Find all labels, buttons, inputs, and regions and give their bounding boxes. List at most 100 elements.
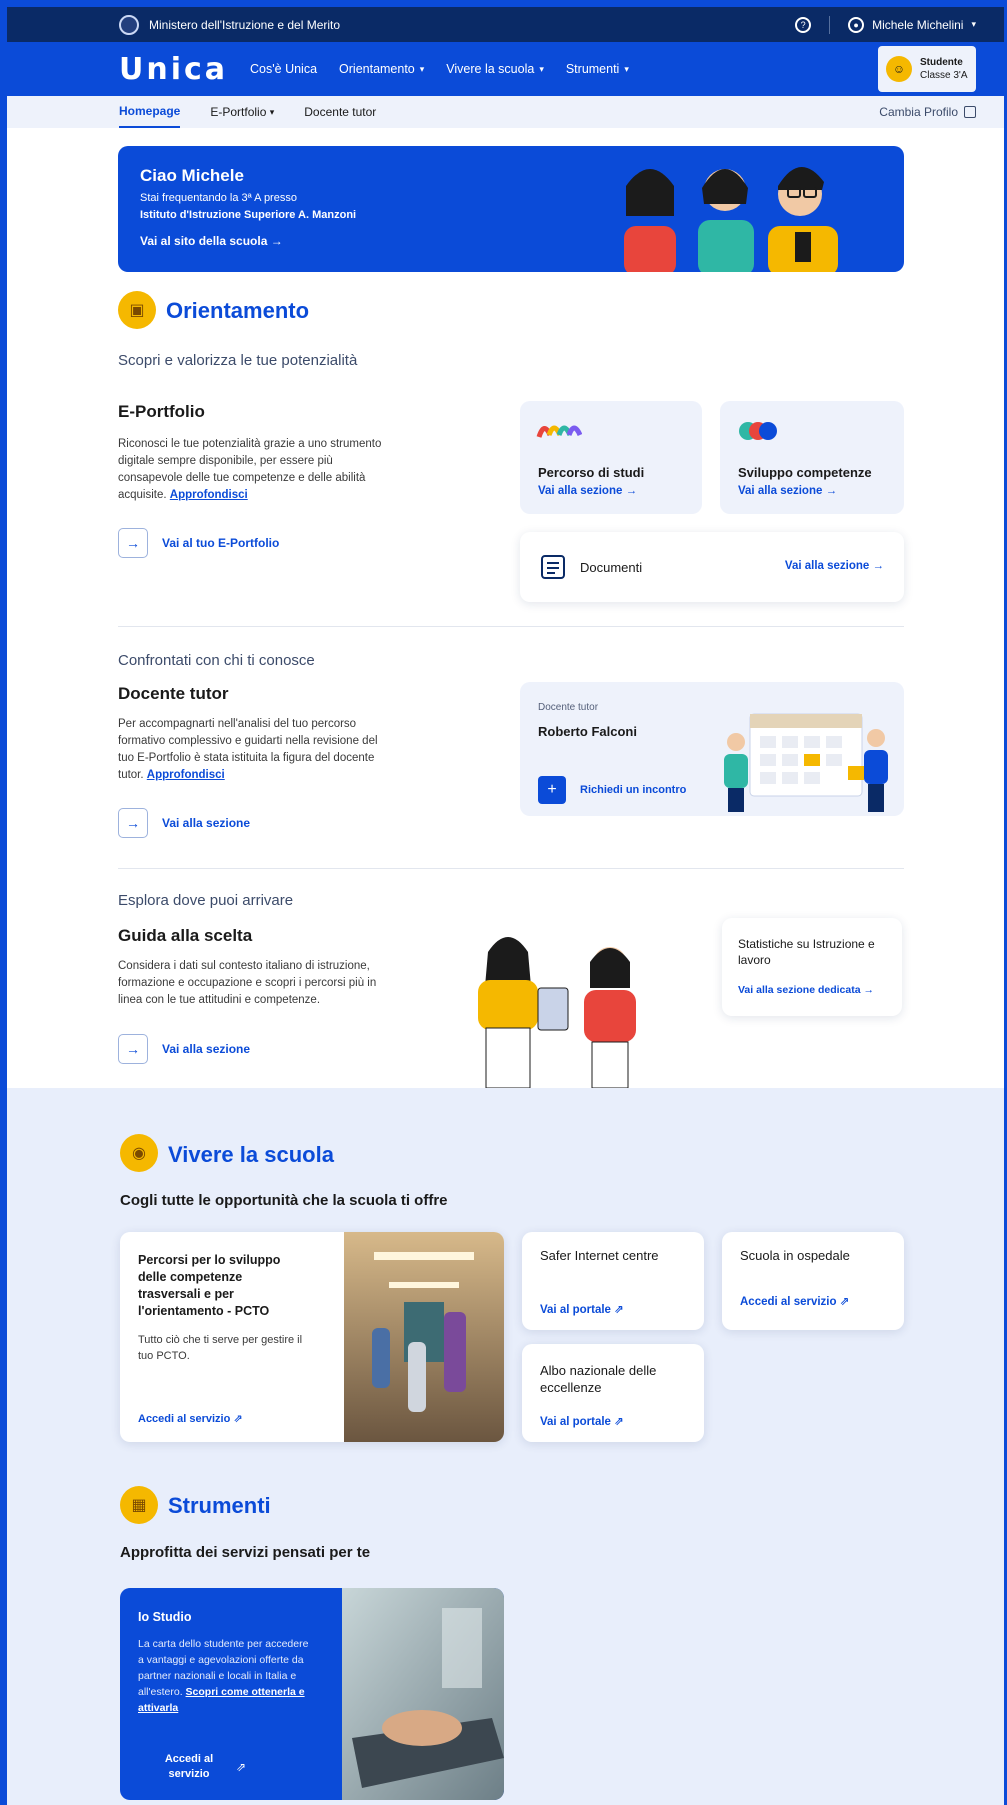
tutor-label: Docente tutor [538, 702, 599, 713]
vivere-title: Vivere la scuola [168, 1142, 334, 1167]
user-name: Michele Michelini [872, 17, 964, 32]
profile-role: Studente [920, 57, 963, 68]
button-label: Richiedi un incontro [580, 784, 687, 796]
card-title: Albo nazionale delle eccellenze [540, 1363, 657, 1395]
percorso-studi-card[interactable]: Percorso di studi Vai alla sezione → [520, 401, 702, 514]
chevron-down-icon: ▾ [269, 106, 275, 117]
statistiche-card[interactable]: Statistiche su Istruzione e lavoro Vai a… [722, 918, 902, 1016]
student-avatar-icon: ☺ [886, 56, 912, 82]
user-icon: ● [848, 16, 865, 33]
card-link[interactable]: Vai al portale ⇗ [540, 1302, 624, 1316]
card-link[interactable]: Vai alla sezione dedicata → [738, 984, 874, 996]
nav-label: Vivere la scuola [446, 62, 535, 76]
card-title: Percorsi per lo sviluppo delle competenz… [138, 1253, 281, 1318]
albo-eccellenze-card[interactable]: Albo nazionale delle eccellenze Vai al p… [522, 1344, 704, 1442]
guida-scelta-title: Guida alla scelta [118, 926, 253, 945]
nav-cos-e-unica[interactable]: Cos'è Unica [250, 62, 317, 76]
orientamento-icon: ▣ [118, 291, 156, 329]
school-line: Stai frequentando la 3ª A presso [140, 192, 297, 204]
arrow-right-icon: → [118, 528, 148, 558]
help-icon[interactable]: ? [795, 16, 812, 33]
user-menu[interactable]: ● Michele Michelini ▾ [848, 16, 976, 33]
sviluppo-competenze-card[interactable]: Sviluppo competenze Vai alla sezione → [720, 401, 904, 514]
profile-badge[interactable]: ☺ Studente Classe 3'A [878, 46, 976, 92]
eportfolio-button[interactable]: → Vai al tuo E-Portfolio [118, 528, 279, 558]
chevron-down-icon: ▾ [539, 63, 544, 74]
tab-docente-tutor[interactable]: Docente tutor [304, 96, 376, 128]
button-label: Vai alla sezione [162, 1042, 251, 1056]
request-meeting-button[interactable]: + Richiedi un incontro [538, 776, 686, 804]
button-label: Vai alla sezione [162, 816, 251, 830]
chevron-down-icon: ▾ [419, 63, 425, 74]
vivere-icon: ◉ [120, 1134, 158, 1172]
nav-label: Orientamento [339, 62, 415, 76]
card-text: Tutto ciò che ti serve per gestire il tu… [138, 1334, 303, 1362]
divider [118, 868, 904, 869]
students-illustration [624, 166, 838, 272]
unica-logo[interactable]: Unica [119, 52, 228, 87]
nav-label: Strumenti [565, 62, 620, 76]
pcto-card[interactable]: Percorsi per lo sviluppo delle competenz… [120, 1232, 504, 1442]
button-label: Accedi al servizio [164, 1753, 214, 1780]
card-title: Statistiche su Istruzione e lavoro [738, 937, 875, 967]
strumenti-subtitle: Approfitta dei servizi pensati per te [120, 1544, 371, 1561]
card-link[interactable]: Vai alla sezione → [538, 485, 637, 497]
tutor-section-button[interactable]: → Vai alla sezione [118, 808, 250, 838]
divider [829, 15, 831, 34]
school-name: Istituto d'Istruzione Superiore A. Manzo… [140, 209, 357, 221]
card-title: Percorso di studi [538, 465, 645, 480]
switch-profile-button[interactable]: Cambia Profilo [879, 105, 976, 119]
documenti-card[interactable]: Documenti Vai alla sezione → [520, 532, 904, 602]
external-link-icon: ⇗ [236, 1760, 247, 1774]
nav-strumenti[interactable]: Strumenti ▾ [566, 62, 629, 76]
school-corridor-photo [344, 1232, 504, 1442]
scuola-ospedale-card[interactable]: Scuola in ospedale Accedi al servizio ⇗ [722, 1232, 904, 1330]
nav-label: Cos'è Unica [250, 62, 318, 76]
nav-vivere-la-scuola[interactable]: Vivere la scuola ▾ [446, 62, 544, 76]
card-link[interactable]: Vai al portale ⇗ [540, 1414, 624, 1428]
welcome-banner: Ciao Michele Stai frequentando la 3ª A p… [118, 146, 904, 272]
tab-e-portfolio[interactable]: E-Portfolio ▾ [210, 96, 274, 128]
docente-tutor-text: Per accompagnarti nell'analisi del tuo p… [118, 716, 396, 784]
arrow-right-icon: → [118, 1034, 148, 1064]
card-link[interactable]: Vai alla sezione → [738, 485, 837, 497]
chevron-down-icon: ▾ [624, 63, 629, 74]
guida-section-button[interactable]: → Vai alla sezione [118, 1034, 250, 1064]
document-icon [541, 555, 565, 579]
switch-profile-label: Cambia Profilo [879, 105, 958, 119]
chevron-down-icon: ▾ [971, 19, 976, 29]
nav-orientamento[interactable]: Orientamento ▾ [339, 62, 424, 76]
io-studio-card: Io Studio La carta dello studente per ac… [120, 1588, 504, 1800]
ministry-name: Ministero dell'Istruzione e del Merito [149, 17, 341, 32]
tutor-approfondisci-link[interactable]: Approfondisci [147, 769, 225, 781]
ministry-link[interactable]: Ministero dell'Istruzione e del Merito [119, 14, 795, 35]
girls-tablet-illustration [478, 937, 636, 1088]
orientamento-title: Orientamento [166, 298, 310, 323]
card-title: Documenti [580, 560, 643, 575]
eportfolio-approfondisci-link[interactable]: Approfondisci [170, 489, 248, 501]
eportfolio-desc: Riconosci le tue potenzialità grazie a u… [118, 438, 382, 501]
sub-nav: Homepage E-Portfolio ▾ Docente tutor Cam… [7, 96, 1004, 128]
eportfolio-title: E-Portfolio [118, 402, 205, 421]
tutor-card: Docente tutor Roberto Falconi + Richiedi… [520, 682, 904, 816]
ministry-seal-icon [119, 14, 139, 35]
tutor-name: Roberto Falconi [538, 724, 637, 739]
card-link[interactable]: Accedi al servizio ⇗ [740, 1294, 849, 1308]
plus-icon: + [538, 776, 566, 804]
card-link[interactable]: Vai alla sezione → [785, 560, 884, 572]
io-studio-access-button[interactable]: Accedi al servizio ⇗ [162, 1752, 246, 1782]
orientamento-subtitle: Scopri e valorizza le tue potenzialità [118, 352, 358, 369]
tab-homepage[interactable]: Homepage [119, 96, 181, 128]
vivere-subtitle: Cogli tutte le opportunità che la scuola… [120, 1192, 448, 1209]
card-link[interactable]: Accedi al servizio ⇗ [138, 1412, 243, 1425]
safer-internet-card[interactable]: Safer Internet centre Vai al portale ⇗ [522, 1232, 704, 1330]
strumenti-title: Strumenti [168, 1493, 271, 1518]
sviluppo-icon [739, 422, 777, 440]
guida-scelta-text: Considera i dati sul contesto italiano d… [118, 960, 377, 1006]
card-title: Safer Internet centre [540, 1248, 659, 1263]
school-site-link[interactable]: Vai al sito della scuola → [140, 234, 283, 248]
esplora-subtitle: Esplora dove puoi arrivare [118, 892, 294, 909]
arrow-right-icon: → [118, 808, 148, 838]
percorso-icon [536, 425, 582, 438]
strumenti-icon: ▦ [120, 1486, 158, 1524]
